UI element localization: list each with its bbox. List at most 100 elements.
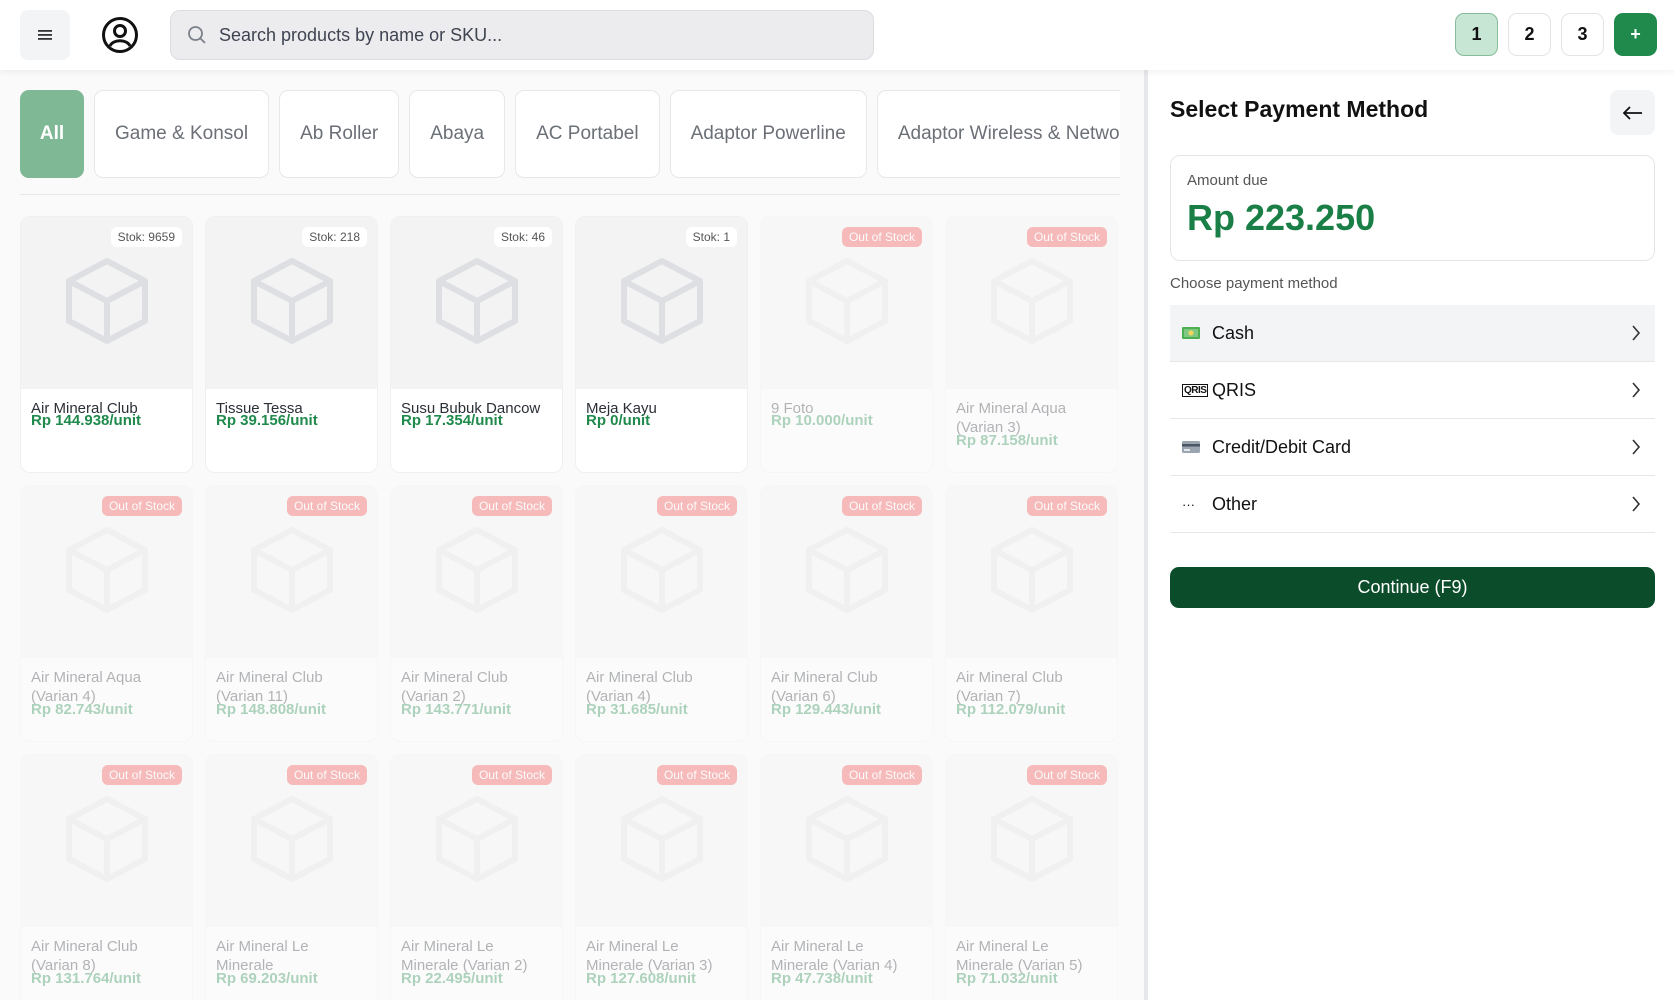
- payment-method-label: Cash: [1212, 322, 1255, 343]
- order-tabs: 1 2 3 +: [1455, 13, 1657, 56]
- product-card[interactable]: Out of Stock Air Mineral Club (Varian 2) R…: [390, 485, 563, 742]
- package-icon: [986, 793, 1078, 890]
- payment-method-other[interactable]: ··· Other: [1170, 476, 1655, 533]
- product-price: Rp 127.608/unit: [586, 970, 697, 987]
- product-card[interactable]: Out of Stock Air Mineral Le Minerale (Var…: [390, 754, 563, 1000]
- menu-button[interactable]: [20, 10, 70, 60]
- product-price: Rp 87.158/unit: [956, 432, 1058, 449]
- product-name: Air Mineral Club (Varian 7): [956, 669, 1063, 705]
- card-icon: [1182, 441, 1206, 453]
- qris-icon: QRIS: [1182, 383, 1209, 397]
- stock-badge: Out of Stock: [1026, 496, 1107, 516]
- product-card[interactable]: Out of Stock Air Mineral Club (Varian 8) R…: [20, 754, 193, 1000]
- product-card[interactable]: Stok: 9659 Air Mineral Club Rp 144.938/uni…: [20, 216, 193, 473]
- chevron-right-icon: [1632, 325, 1641, 341]
- payment-title: Select Payment Method: [1170, 96, 1429, 122]
- amount-due-value: Rp 223.250: [1187, 197, 1376, 238]
- choose-method-label: Choose payment method: [1170, 275, 1338, 292]
- continue-button[interactable]: Continue (F9): [1170, 567, 1655, 608]
- product-price: Rp 112.079/unit: [956, 701, 1066, 718]
- payment-method-label: Credit/Debit Card: [1212, 436, 1352, 457]
- add-order-tab-button[interactable]: +: [1614, 13, 1657, 56]
- product-card[interactable]: Out of Stock Air Mineral Aqua (Varian 4) R…: [20, 485, 193, 742]
- product-name: Air Mineral Le Minerale (Varian 5): [956, 938, 1083, 974]
- user-circle-icon: [102, 17, 138, 53]
- package-icon: [616, 524, 708, 621]
- product-name: Air Mineral Le Minerale (Varian 4): [771, 938, 898, 974]
- payment-method-qris[interactable]: QRIS QRIS: [1170, 362, 1655, 419]
- payment-method-cash[interactable]: Cash: [1170, 305, 1655, 362]
- category-item[interactable]: Abaya: [409, 90, 506, 178]
- product-card[interactable]: Out of Stock Air Mineral Aqua (Varian 3) R…: [945, 216, 1118, 473]
- category-item[interactable]: Ab Roller: [279, 90, 400, 178]
- product-card[interactable]: Out of Stock Air Mineral Le Minerale (Var…: [945, 754, 1118, 1000]
- chevron-right-icon: [1632, 496, 1641, 512]
- package-icon: [431, 255, 523, 352]
- hamburger-icon: [38, 30, 52, 40]
- more-icon: ···: [1182, 496, 1195, 512]
- package-icon: [801, 255, 893, 352]
- order-tab-3[interactable]: 3: [1561, 13, 1604, 56]
- amount-due-card: Amount due Rp 223.250: [1170, 155, 1655, 261]
- arrow-left-icon: [1622, 105, 1642, 120]
- product-price: Rp 71.032/unit: [956, 970, 1058, 987]
- package-icon: [246, 524, 338, 621]
- stock-badge: Out of Stock: [101, 765, 182, 785]
- stock-badge: Out of Stock: [656, 765, 737, 785]
- stock-badge: Stok: 1: [685, 227, 737, 247]
- product-price: Rp 148.808/unit: [216, 701, 327, 718]
- package-icon: [61, 524, 153, 621]
- product-price: Rp 143.771/unit: [401, 701, 512, 718]
- payment-method-list: Cash QRIS QRIS Credit/Debit Card ··· Oth…: [1170, 305, 1655, 533]
- package-icon: [801, 524, 893, 621]
- cash-icon: [1182, 327, 1206, 339]
- product-card[interactable]: Out of Stock Air Mineral Le Minerale (Var…: [575, 754, 748, 1000]
- product-price: Rp 22.495/unit: [401, 970, 503, 987]
- user-profile-button[interactable]: [95, 10, 145, 60]
- product-card[interactable]: Out of Stock Air Mineral Club (Varian 11)…: [205, 485, 378, 742]
- package-icon: [801, 793, 893, 890]
- package-icon: [431, 793, 523, 890]
- payment-method-label: Other: [1212, 493, 1258, 514]
- stock-badge: Out of Stock: [841, 765, 922, 785]
- product-card[interactable]: Out of Stock Air Mineral Le Minerale (Var…: [760, 754, 933, 1000]
- payment-method-card[interactable]: Credit/Debit Card: [1170, 419, 1655, 476]
- product-card[interactable]: Out of Stock 9 Foto Rp 10.000/unit: [760, 216, 933, 473]
- order-tab-1[interactable]: 1: [1455, 13, 1498, 56]
- product-name: Air Mineral Club (Varian 11): [216, 669, 323, 705]
- package-icon: [61, 793, 153, 890]
- product-card[interactable]: Out of Stock Air Mineral Club (Varian 4) R…: [575, 485, 748, 742]
- product-price: Rp 47.738/unit: [771, 970, 873, 987]
- stock-badge: Out of Stock: [471, 496, 552, 516]
- product-price: Rp 39.156/unit: [216, 412, 318, 429]
- product-card[interactable]: Stok: 1 Meja Kayu Rp 0/unit: [575, 216, 748, 473]
- category-item[interactable]: Adaptor Powerline: [669, 90, 867, 178]
- stock-badge: Out of Stock: [841, 227, 922, 247]
- category-item[interactable]: Adaptor Wireless & Network: [876, 90, 1120, 178]
- category-item[interactable]: Game & Konsol: [94, 90, 270, 178]
- category-all[interactable]: All: [20, 90, 84, 178]
- search-input[interactable]: Search products by name or SKU...: [170, 10, 874, 60]
- package-icon: [246, 255, 338, 352]
- category-item[interactable]: AC Portabel: [515, 90, 660, 178]
- product-name: Air Mineral Aqua (Varian 4): [31, 669, 142, 705]
- product-price: Rp 69.203/unit: [216, 970, 318, 987]
- product-card[interactable]: Out of Stock Air Mineral Club (Varian 7) R…: [945, 485, 1118, 742]
- product-name: Air Mineral Le Minerale (Varian 2): [401, 938, 528, 974]
- product-price: Rp 31.685/unit: [586, 701, 688, 718]
- chevron-right-icon: [1632, 439, 1641, 455]
- package-icon: [61, 255, 153, 352]
- product-card[interactable]: Out of Stock Air Mineral Club (Varian 6) R…: [760, 485, 933, 742]
- stock-badge: Out of Stock: [286, 496, 367, 516]
- product-card[interactable]: Stok: 46 Susu Bubuk Dancow Rp 17.354/unit: [390, 216, 563, 473]
- product-grid: Stok: 9659 Air Mineral Club Rp 144.938/uni…: [20, 216, 1120, 1000]
- package-icon: [616, 255, 708, 352]
- category-filter: All Game & Konsol Ab Roller Abaya AC Por…: [20, 90, 1120, 178]
- payment-panel: Select Payment Method Amount due Rp 223.…: [1148, 70, 1675, 1000]
- product-price: Rp 131.764/unit: [31, 970, 142, 987]
- order-tab-2[interactable]: 2: [1508, 13, 1551, 56]
- stock-badge: Out of Stock: [286, 765, 367, 785]
- back-button[interactable]: [1610, 90, 1655, 135]
- product-card[interactable]: Out of Stock Air Mineral Le Minerale Rp 69…: [205, 754, 378, 1000]
- product-card[interactable]: Stok: 218 Tissue Tessa Rp 39.156/unit: [205, 216, 378, 473]
